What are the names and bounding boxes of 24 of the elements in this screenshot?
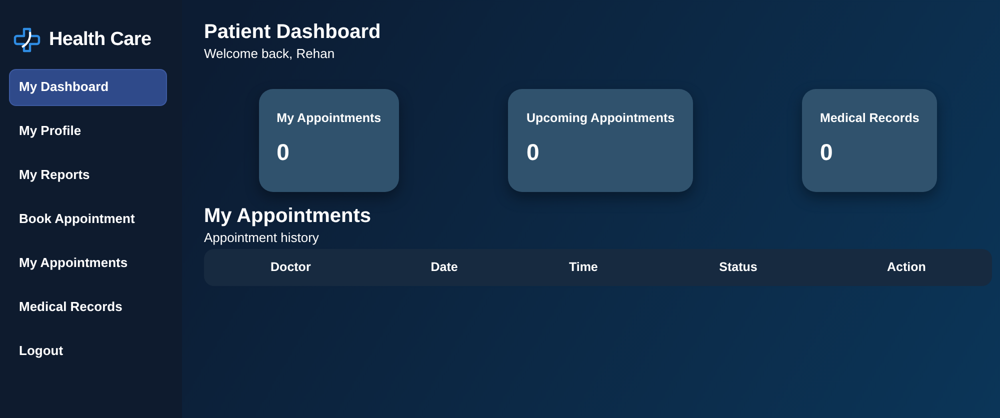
sidebar-item[interactable]: My Appointments <box>9 244 167 282</box>
column-header: Status <box>719 260 758 274</box>
cross-logo-icon <box>13 27 41 54</box>
column-header: Date <box>430 260 458 274</box>
welcome-text: Welcome back, Rehan <box>204 45 336 63</box>
stat-value: 0 <box>820 138 834 168</box>
sidebar-item[interactable]: My Dashboard <box>9 68 167 106</box>
section-title: My Appointments <box>204 204 372 228</box>
sidebar-item[interactable]: My Profile <box>9 112 167 150</box>
stat-label: Medical Records <box>820 110 920 126</box>
sidebar-item[interactable]: My Reports <box>9 156 167 194</box>
stat-value: 0 <box>276 138 290 168</box>
column-header: Time <box>568 260 598 274</box>
page-title: Patient Dashboard <box>204 20 382 44</box>
sidebar-item[interactable]: Logout <box>9 332 167 370</box>
column-header: Doctor <box>270 260 311 274</box>
sidebar-item[interactable]: Medical Records <box>9 288 167 326</box>
stat-value: 0 <box>526 138 540 168</box>
section-subtitle: Appointment history <box>204 228 320 247</box>
stat-label: Upcoming Appointments <box>526 110 675 127</box>
stat-label: My Appointments <box>276 110 382 127</box>
column-header: Action <box>887 260 926 274</box>
sidebar-item[interactable]: Book Appointment <box>9 200 167 238</box>
brand-name: Health Care <box>49 28 152 52</box>
